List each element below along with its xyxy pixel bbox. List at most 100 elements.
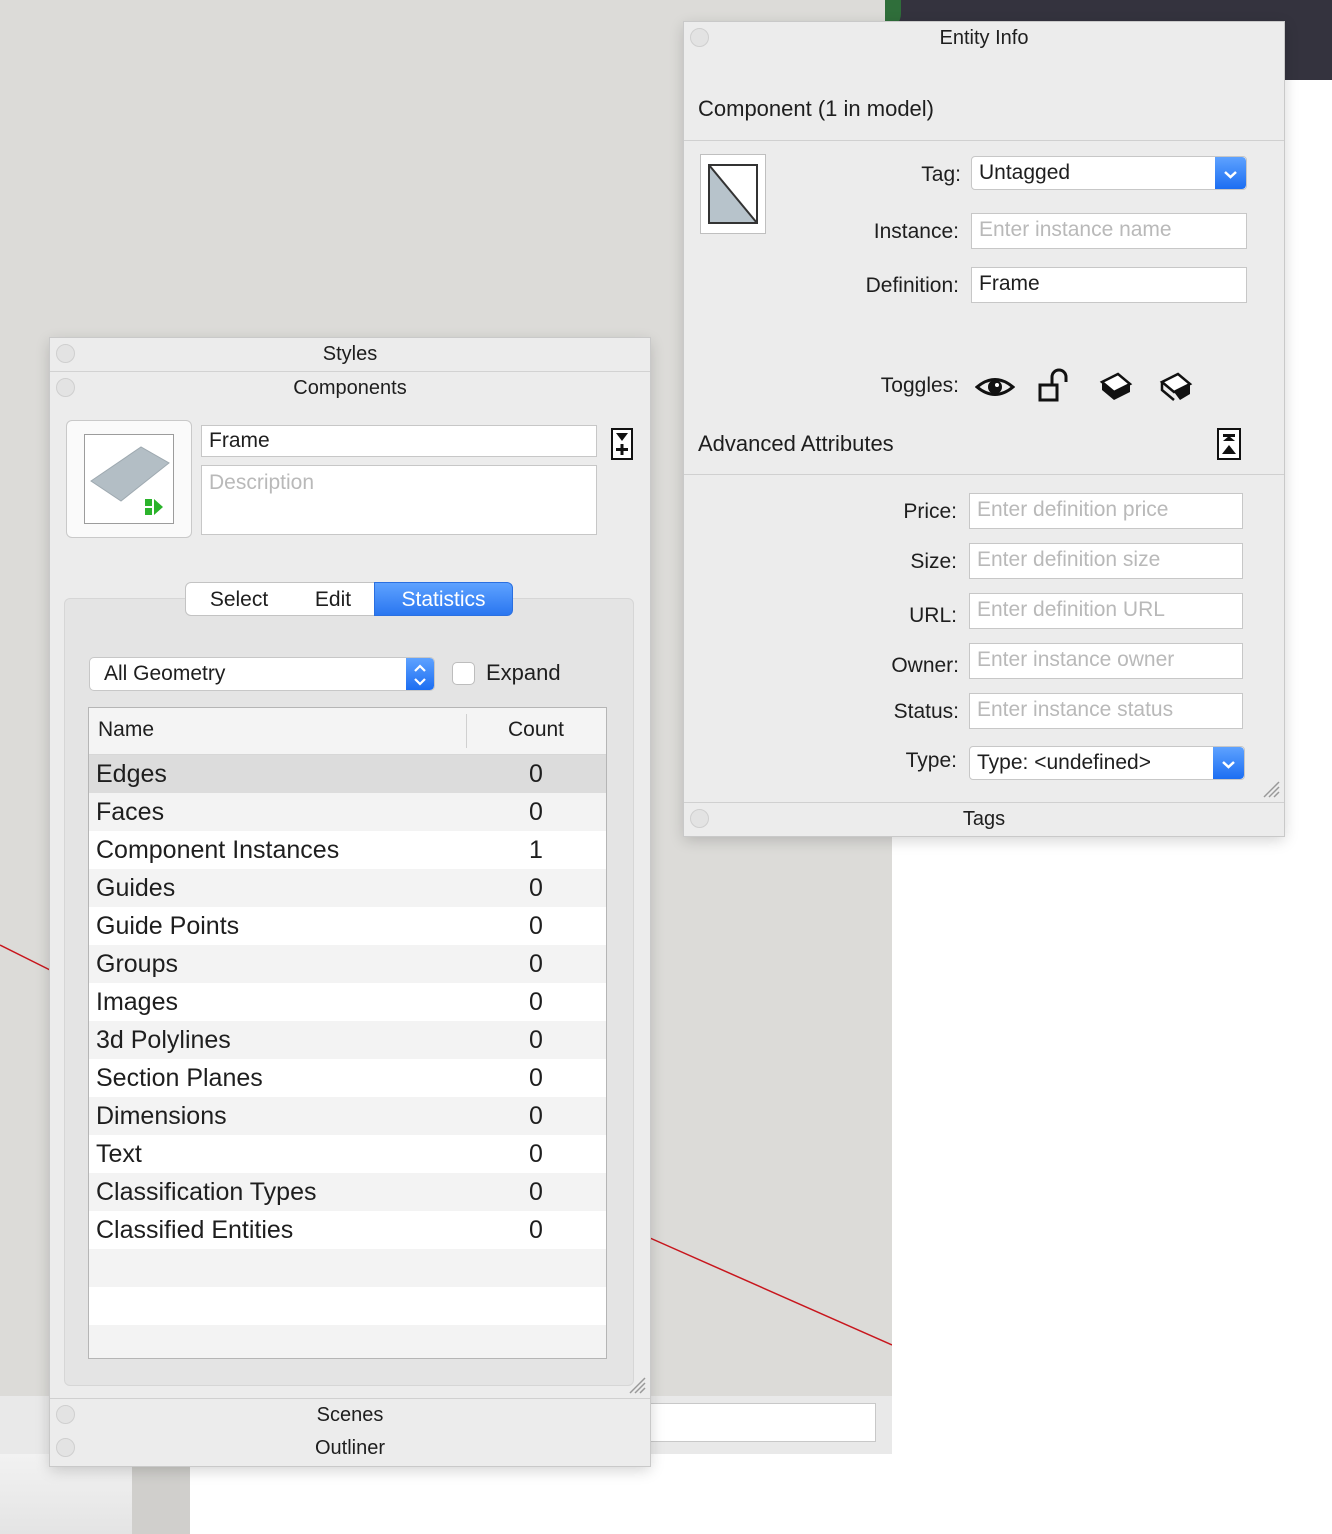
styles-tray-bar[interactable]: Styles: [50, 338, 650, 372]
table-row[interactable]: Dimensions 0: [89, 1097, 606, 1135]
tag-value: Untagged: [979, 161, 1071, 184]
collapse-circle-icon[interactable]: [56, 1438, 75, 1457]
component-preview: [66, 420, 192, 538]
row-count: 0: [529, 874, 543, 902]
geometry-filter-value: All Geometry: [104, 662, 226, 685]
price-input[interactable]: Enter definition price: [969, 493, 1243, 529]
entity-heading: Component (1 in model): [698, 96, 935, 121]
row-count: 0: [529, 912, 543, 940]
advanced-attributes-title: Advanced Attributes: [698, 431, 894, 456]
row-name: Guides: [96, 874, 176, 902]
updown-chevron-icon[interactable]: [406, 658, 434, 690]
definition-label: Definition:: [865, 274, 959, 297]
row-count: 0: [529, 950, 543, 978]
resize-grip-icon[interactable]: [1262, 780, 1280, 798]
empty-table-row: [89, 1287, 606, 1325]
row-count: 0: [529, 988, 543, 1016]
table-row[interactable]: Section Planes 0: [89, 1059, 606, 1097]
measurements-field[interactable]: [650, 1403, 876, 1442]
entity-info-title-bar[interactable]: Entity Info: [684, 22, 1284, 55]
status-input[interactable]: Enter instance status: [969, 693, 1243, 729]
row-count: 0: [529, 798, 543, 826]
collapse-circle-icon[interactable]: [690, 809, 709, 828]
definition-name-input[interactable]: Frame: [971, 267, 1247, 303]
table-row[interactable]: Classified Entities 0: [89, 1211, 606, 1249]
tab-edit[interactable]: Edit: [292, 582, 375, 616]
row-name: Text: [96, 1140, 142, 1168]
chevron-down-icon[interactable]: [1213, 747, 1244, 779]
table-row[interactable]: 3d Polylines 0: [89, 1021, 606, 1059]
row-name: Groups: [96, 950, 178, 978]
row-count: 0: [529, 1102, 543, 1130]
row-count: 0: [529, 1026, 543, 1054]
row-count: 0: [529, 1140, 543, 1168]
component-plane-icon: [90, 446, 170, 515]
outliner-tray-bar[interactable]: Outliner: [50, 1432, 650, 1465]
table-row[interactable]: Text 0: [89, 1135, 606, 1173]
owner-label: Owner:: [891, 654, 959, 677]
table-row[interactable]: Faces 0: [89, 793, 606, 831]
table-row[interactable]: Groups 0: [89, 945, 606, 983]
expand-label: Expand: [486, 660, 561, 685]
collapse-toggle-icon[interactable]: [1217, 428, 1241, 460]
description-input[interactable]: Description: [201, 465, 597, 535]
price-label: Price:: [903, 500, 957, 523]
collapse-circle-icon[interactable]: [690, 28, 709, 47]
cast-shadows-icon[interactable]: [1098, 370, 1134, 404]
collapse-circle-icon[interactable]: [56, 344, 75, 363]
unlock-icon[interactable]: [1037, 368, 1073, 404]
row-name: Images: [96, 988, 178, 1016]
size-input[interactable]: Enter definition size: [969, 543, 1243, 579]
row-count: 0: [529, 1064, 543, 1092]
divider: [684, 140, 1284, 141]
status-label: Status:: [893, 700, 959, 723]
url-label: URL:: [909, 604, 957, 627]
url-input[interactable]: Enter definition URL: [969, 593, 1243, 629]
chevron-down-icon[interactable]: [1215, 157, 1246, 189]
collapse-circle-icon[interactable]: [56, 378, 75, 397]
table-row[interactable]: Guides 0: [89, 869, 606, 907]
row-name: Component Instances: [96, 836, 340, 864]
tag-dropdown[interactable]: Untagged: [971, 156, 1247, 190]
component-name-input[interactable]: Frame: [201, 425, 597, 457]
instance-label: Instance:: [873, 220, 959, 243]
statistics-table: Name Count Edges 0 Faces 0 Component Instanc…: [88, 707, 607, 1359]
geometry-filter-select[interactable]: All Geometry: [89, 657, 435, 691]
details-arrow-icon[interactable]: [611, 428, 633, 460]
expand-checkbox[interactable]: [452, 662, 475, 685]
resize-grip-icon[interactable]: [628, 1376, 646, 1394]
column-count-header[interactable]: Count: [467, 718, 605, 742]
tags-tray-title: Tags: [962, 808, 1006, 830]
toggles-label: Toggles:: [880, 374, 959, 397]
table-row[interactable]: Classification Types 0: [89, 1173, 606, 1211]
tab-statistics[interactable]: Statistics: [374, 582, 513, 616]
table-header: Name Count: [89, 708, 606, 755]
empty-table-row: [89, 1325, 606, 1358]
column-name-header[interactable]: Name: [98, 718, 154, 742]
divider: [684, 474, 1284, 475]
table-row[interactable]: Component Instances 1: [89, 831, 606, 869]
row-name: Edges: [96, 760, 167, 788]
row-name: Faces: [96, 798, 165, 826]
components-tray-bar[interactable]: Components: [50, 372, 650, 405]
table-row[interactable]: Images 0: [89, 983, 606, 1021]
row-count: 1: [529, 836, 543, 864]
row-count: 0: [529, 760, 543, 788]
type-dropdown[interactable]: Type: <undefined>: [969, 746, 1245, 780]
eye-icon[interactable]: [975, 370, 1015, 404]
instance-name-input[interactable]: Enter instance name: [971, 213, 1247, 249]
collapse-circle-icon[interactable]: [56, 1405, 75, 1424]
receive-shadows-icon[interactable]: [1158, 370, 1194, 404]
table-row[interactable]: Edges 0: [89, 755, 606, 793]
dock-area-2: [132, 1454, 190, 1534]
table-row[interactable]: Guide Points 0: [89, 907, 606, 945]
entity-info-panel: Entity Info Component (1 in model) Tag: …: [684, 22, 1284, 836]
row-count: 0: [529, 1216, 543, 1244]
type-value: Type: <undefined>: [977, 751, 1151, 774]
tab-select[interactable]: Select: [185, 582, 293, 616]
owner-input[interactable]: Enter instance owner: [969, 643, 1243, 679]
scenes-tray-bar[interactable]: Scenes: [50, 1398, 650, 1433]
tags-tray-bar[interactable]: Tags: [684, 802, 1284, 836]
styles-components-panel: Styles Components Frame Description Sele…: [50, 338, 650, 1466]
dock-area: [0, 1454, 132, 1534]
